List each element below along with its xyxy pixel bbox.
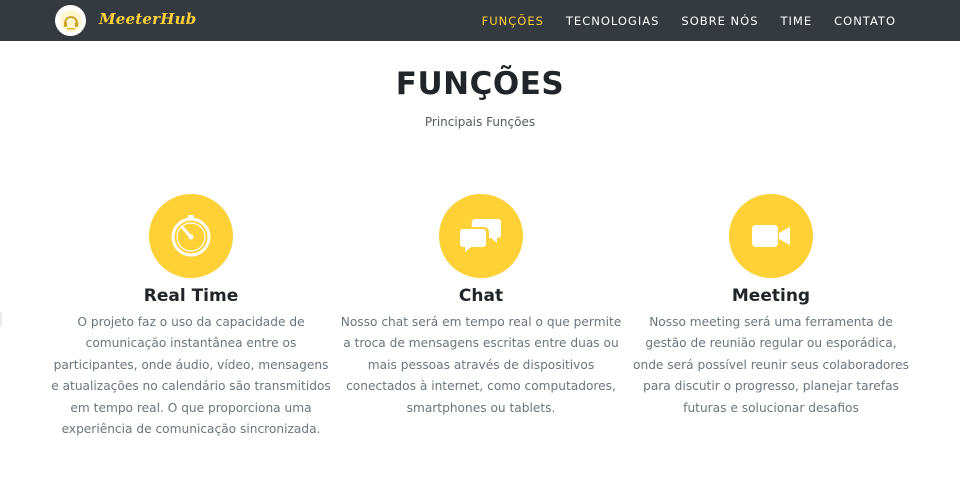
brand-name[interactable]: MeeterHub [99,10,196,28]
nav-link-contato[interactable]: CONTATO [834,14,896,28]
logo[interactable] [55,5,86,36]
nav-link-tecnologias[interactable]: TECNOLOGIAS [566,14,660,28]
section-subtitle: Principais Funções [424,115,536,129]
feature-description: Nosso chat será em tempo real o que perm… [340,315,622,415]
feature-chat: Chat Nosso chat será em tempo real o que… [336,194,626,419]
nav-link-sobre-nos[interactable]: SOBRE NÓS [681,14,758,28]
navbar: MeeterHub FUNÇÕES TECNOLOGIAS SOBRE NÓS … [0,0,960,41]
chat-bubbles-icon [460,218,501,252]
feature-meeting: Meeting Nosso meeting será uma ferrament… [626,194,916,419]
edge-marker [0,312,2,326]
feature-description: O projeto faz o uso da capacidade de com… [51,315,331,437]
nav-link-time[interactable]: TIME [781,14,813,28]
stopwatch-icon [171,215,211,257]
feature-description: Nosso meeting será uma ferramenta de ges… [633,315,909,415]
feature-icon-circle [149,194,233,278]
feature-icon-circle [729,194,813,278]
feature-title: Chat [458,286,504,306]
headphones-logo-icon [59,9,82,32]
section-title: FUNÇÕES [395,66,565,102]
feature-icon-circle [439,194,523,278]
feature-title: Meeting [731,286,811,306]
nav-links: FUNÇÕES TECNOLOGIAS SOBRE NÓS TIME CONTA… [460,0,896,41]
nav-link-funcoes[interactable]: FUNÇÕES [482,14,544,28]
feature-title: Real Time [143,286,239,306]
video-camera-icon [752,225,790,247]
feature-real-time: Real Time O projeto faz o uso da capacid… [46,194,336,440]
